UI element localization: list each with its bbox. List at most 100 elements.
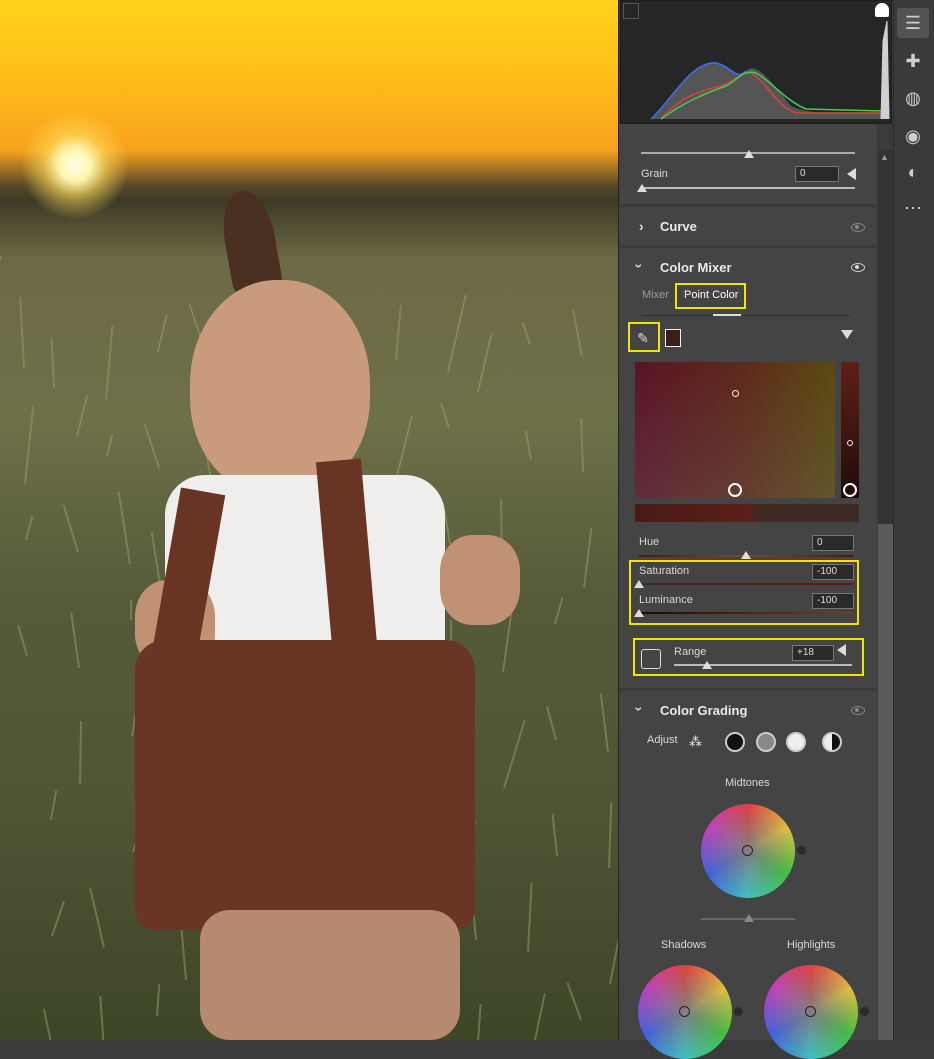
highlights-label: Highlights <box>787 939 836 951</box>
eye-icon[interactable] <box>851 706 865 715</box>
sun <box>20 110 130 220</box>
grass-blade <box>79 720 83 785</box>
grass-blade <box>608 802 613 869</box>
eye-icon[interactable] <box>851 223 865 232</box>
luminance-strip[interactable] <box>841 362 859 498</box>
tab-active-underline <box>713 314 741 316</box>
effects-section: Grain 0 <box>619 124 877 204</box>
grass-blade <box>551 814 558 857</box>
child-arm-right <box>440 535 520 625</box>
highlights-color-wheel[interactable] <box>764 965 858 1059</box>
range-highlight <box>633 638 864 676</box>
red-eye-icon[interactable]: ◉ <box>901 124 925 148</box>
grass-blade <box>70 612 80 669</box>
color-grading-title[interactable]: Color Grading <box>660 703 747 718</box>
grass-blade <box>51 900 65 937</box>
shadows-label: Shadows <box>661 939 707 951</box>
grass-blade <box>25 515 34 541</box>
grass-blade <box>99 996 106 1040</box>
color-swatch[interactable] <box>665 329 681 347</box>
three-way-icon[interactable]: ⁂ <box>689 732 711 752</box>
child-legs <box>200 910 460 1040</box>
color-range-strip <box>635 504 859 522</box>
scroll-up-icon[interactable]: ▲ <box>880 152 889 162</box>
tab-underline <box>642 315 850 316</box>
chevron-right-icon[interactable]: › <box>639 218 644 234</box>
midtones-color-wheel[interactable] <box>701 804 795 898</box>
histogram <box>620 0 892 124</box>
midtones-luminance-dot[interactable] <box>797 846 806 855</box>
color-mixer-section: › Color Mixer Mixer Point Color ✎ Hue 0 … <box>619 248 877 688</box>
saturation-target-handle[interactable] <box>728 483 742 497</box>
grass-blade <box>106 434 114 457</box>
swatch-dropdown-icon[interactable] <box>841 330 853 339</box>
panel-scrollbar-thumb[interactable] <box>878 524 893 1040</box>
grass-blade <box>50 790 58 821</box>
highlights-wheel-handle[interactable] <box>805 1006 816 1017</box>
chevron-down-icon[interactable]: › <box>631 264 647 269</box>
midtones-circle-icon[interactable] <box>756 732 776 752</box>
grass-blade <box>580 417 584 473</box>
shadows-color-wheel[interactable] <box>638 965 732 1059</box>
grain-value[interactable]: 0 <box>795 166 839 182</box>
presets-icon[interactable]: ◐ <box>901 160 925 184</box>
luminance-target-handle[interactable] <box>843 483 857 497</box>
point-color-highlight <box>675 283 746 309</box>
adjust-label: Adjust <box>647 734 678 746</box>
grass-blade <box>0 240 2 261</box>
hair-tuft <box>216 186 284 294</box>
luminance-target-dot[interactable] <box>847 440 853 446</box>
photo-canvas[interactable] <box>0 0 618 1040</box>
grass-blade <box>117 491 131 565</box>
healing-icon[interactable]: ✚ <box>901 49 925 73</box>
midtones-luminance-thumb[interactable] <box>744 914 754 922</box>
eyedropper-highlight <box>628 322 660 352</box>
shadow-clipping-icon[interactable] <box>623 3 639 19</box>
grass-blade <box>572 309 583 357</box>
right-toolbar <box>893 0 934 1040</box>
midtones-wheel-handle[interactable] <box>742 845 753 856</box>
grass-blade <box>599 693 609 753</box>
grain-label: Grain <box>641 168 668 180</box>
shadows-wheel-handle[interactable] <box>679 1006 690 1017</box>
hue-slider-thumb[interactable] <box>741 551 751 559</box>
highlights-circle-icon[interactable] <box>786 732 806 752</box>
color-grading-section: › Color Grading Adjust ⁂ Midtones Shadow… <box>619 691 877 1059</box>
more-icon[interactable]: ⋯ <box>901 196 925 220</box>
shadows-circle-icon[interactable] <box>725 732 745 752</box>
grass-blade <box>583 527 593 589</box>
child-dress <box>135 640 475 930</box>
hue-saturation-field[interactable] <box>635 362 835 498</box>
mask-icon[interactable]: ◍ <box>901 86 925 110</box>
grass-blade <box>19 297 25 369</box>
hue-target-dot[interactable] <box>732 390 739 397</box>
global-circle-icon[interactable] <box>822 732 842 752</box>
grass-blade <box>76 395 89 437</box>
curve-title[interactable]: Curve <box>660 219 697 234</box>
hue-value[interactable]: 0 <box>812 535 854 551</box>
top-slider-thumb[interactable] <box>744 150 754 158</box>
color-mixer-title[interactable]: Color Mixer <box>660 260 732 275</box>
eye-icon[interactable] <box>851 263 865 272</box>
hue-label: Hue <box>639 536 660 548</box>
grass-blade <box>17 624 28 657</box>
grass-blade <box>528 993 546 1040</box>
grain-slider-track[interactable] <box>641 187 855 189</box>
highlights-luminance-dot[interactable] <box>860 1007 869 1016</box>
grass-blade <box>545 705 557 741</box>
grass-blade <box>89 888 105 949</box>
edit-sliders-icon[interactable]: ☰ <box>901 11 925 35</box>
sat-lum-highlight <box>629 560 859 625</box>
grass-blade <box>105 325 114 401</box>
grain-reset-icon[interactable] <box>847 168 856 180</box>
chevron-down-icon[interactable]: › <box>631 707 647 712</box>
shadows-luminance-dot[interactable] <box>734 1007 743 1016</box>
highlight-clipping-icon[interactable] <box>875 3 889 17</box>
grass-blade <box>554 596 564 625</box>
grass-blade <box>609 912 618 985</box>
grain-slider-thumb[interactable] <box>637 184 647 192</box>
curve-section[interactable]: › Curve <box>619 207 877 245</box>
tab-mixer[interactable]: Mixer <box>642 289 669 301</box>
grass-blade <box>42 1008 54 1040</box>
grass-blade <box>50 337 55 389</box>
